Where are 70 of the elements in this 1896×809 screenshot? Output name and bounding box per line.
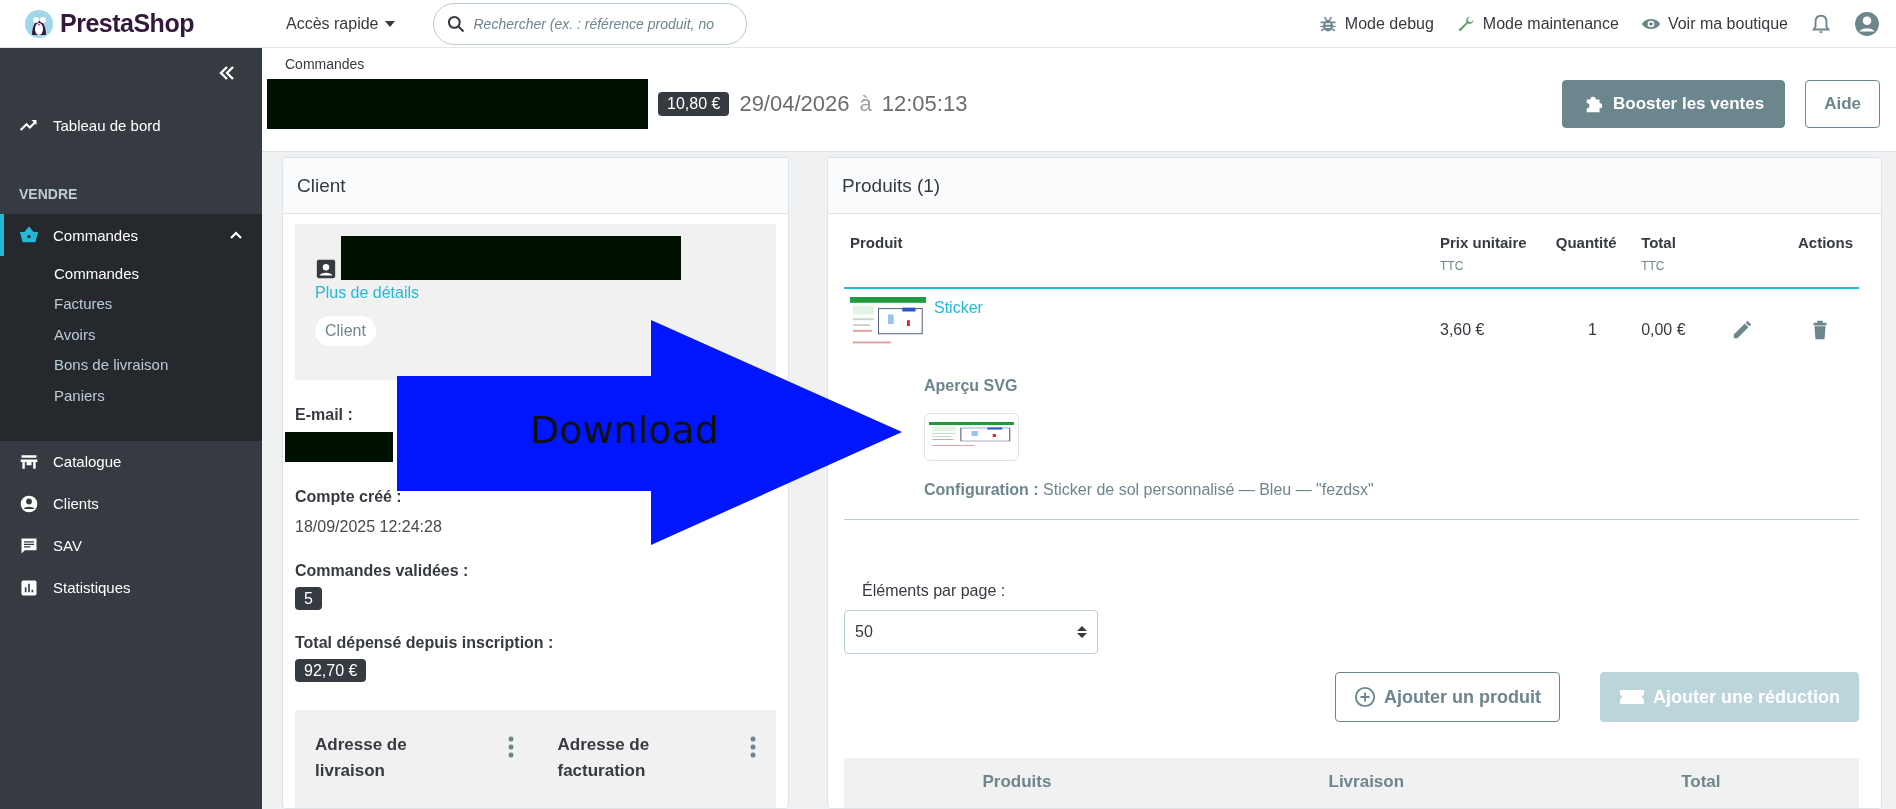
- logo-text[interactable]: PrestaShop: [60, 9, 194, 38]
- sidebar-item[interactable]: Catalogue: [0, 440, 262, 483]
- account-icon[interactable]: [1854, 10, 1880, 37]
- field-label: E-mail :: [295, 406, 354, 424]
- submenu-item[interactable]: Commandes: [54, 258, 262, 289]
- order-total-badge: 10,80 €: [658, 92, 730, 116]
- order-time: 12:05:13: [881, 91, 968, 117]
- help-button[interactable]: Aide: [1805, 80, 1880, 128]
- submenu-item[interactable]: Avoirs: [54, 319, 262, 350]
- preview-label: Aperçu SVG: [924, 377, 1019, 395]
- card-title: Produits (1): [842, 174, 941, 197]
- header-link[interactable]: Voir ma boutique: [1640, 13, 1788, 34]
- card-title: Client: [297, 174, 346, 197]
- section-title: VENDRE: [18, 185, 79, 204]
- annotation-label: Download: [530, 408, 719, 452]
- table-cell: 3,60 €: [1440, 321, 1485, 338]
- collapse-icon[interactable]: [218, 64, 236, 82]
- sort-caret-icon: [1077, 625, 1087, 639]
- value-badge: 92,70 €: [295, 659, 367, 682]
- plus-circle-icon: [1354, 686, 1376, 708]
- boost-sales-button[interactable]: Booster les ventes: [1561, 80, 1786, 128]
- submenu-item[interactable]: Bons de livraison: [54, 349, 262, 380]
- column-header: Prix unitaire: [1440, 234, 1527, 251]
- sidebar-item[interactable]: Tableau de bord: [0, 104, 262, 146]
- header-link[interactable]: Mode maintenance: [1455, 13, 1619, 34]
- column-header: Produits: [982, 772, 1052, 793]
- table-cell: 1: [1587, 321, 1597, 338]
- kebab-menu-icon[interactable]: [750, 736, 756, 758]
- table-cell: 0,00 €: [1641, 321, 1686, 338]
- column-header: Quantité: [1555, 234, 1617, 251]
- value-badge: 5: [295, 587, 322, 610]
- column-subheader: TTC: [1641, 259, 1666, 273]
- field-label: Total dépensé depuis inscription :: [295, 634, 555, 652]
- date-separator: à: [859, 91, 872, 117]
- sidebar-item[interactable]: Statistiques: [0, 566, 262, 609]
- contact-icon: [315, 258, 337, 280]
- column-header: Produit: [850, 234, 903, 251]
- sidebar-item[interactable]: Commandes: [0, 214, 262, 256]
- sidebar-item[interactable]: Clients: [0, 482, 262, 525]
- sidebar-item[interactable]: SAV: [0, 524, 262, 567]
- configuration-text: Configuration : Sticker de sol personnalisé — Bleu — "fezdsx": [924, 481, 1375, 499]
- add-product-button[interactable]: Ajouter un produit: [1335, 672, 1560, 722]
- header-link[interactable]: Mode debug: [1317, 13, 1434, 34]
- address-title: Adresse de facturation: [557, 734, 651, 782]
- column-header: Livraison: [1328, 772, 1405, 793]
- column-subheader: TTC: [1440, 259, 1465, 273]
- quick-access-menu[interactable]: Accès rapide: [286, 14, 395, 33]
- column-header: Total: [1681, 772, 1721, 793]
- kebab-menu-icon[interactable]: [507, 736, 514, 758]
- field-label: Commandes validées :: [295, 562, 470, 580]
- user-circle-icon: [19, 493, 39, 514]
- order-date: 29/04/2026: [739, 91, 850, 117]
- column-header: Actions: [1798, 234, 1853, 251]
- logo-icon: [24, 8, 54, 39]
- submenu-item[interactable]: Paniers: [54, 380, 262, 411]
- column-header: Total: [1641, 234, 1676, 251]
- per-page-select[interactable]: 50: [844, 610, 1098, 654]
- submenu-item[interactable]: Factures: [54, 288, 262, 319]
- customer-group-tag: Client: [315, 316, 376, 346]
- field-label: Compte créé :: [295, 488, 403, 506]
- per-page-label: Éléments par page :: [862, 582, 1007, 600]
- caret-icon: [384, 20, 395, 27]
- address-title: Adresse de livraison: [315, 734, 408, 782]
- preview-thumbnail[interactable]: [924, 413, 1019, 461]
- basket-icon: [19, 225, 39, 245]
- search-field[interactable]: Rechercher (ex. : référence produit, no: [432, 2, 747, 45]
- field-value: 18/09/2025 12:24:28: [295, 518, 443, 536]
- ticket-icon: [1619, 687, 1645, 707]
- bell-icon[interactable]: [1810, 12, 1832, 35]
- breadcrumb[interactable]: Commandes: [285, 56, 1880, 72]
